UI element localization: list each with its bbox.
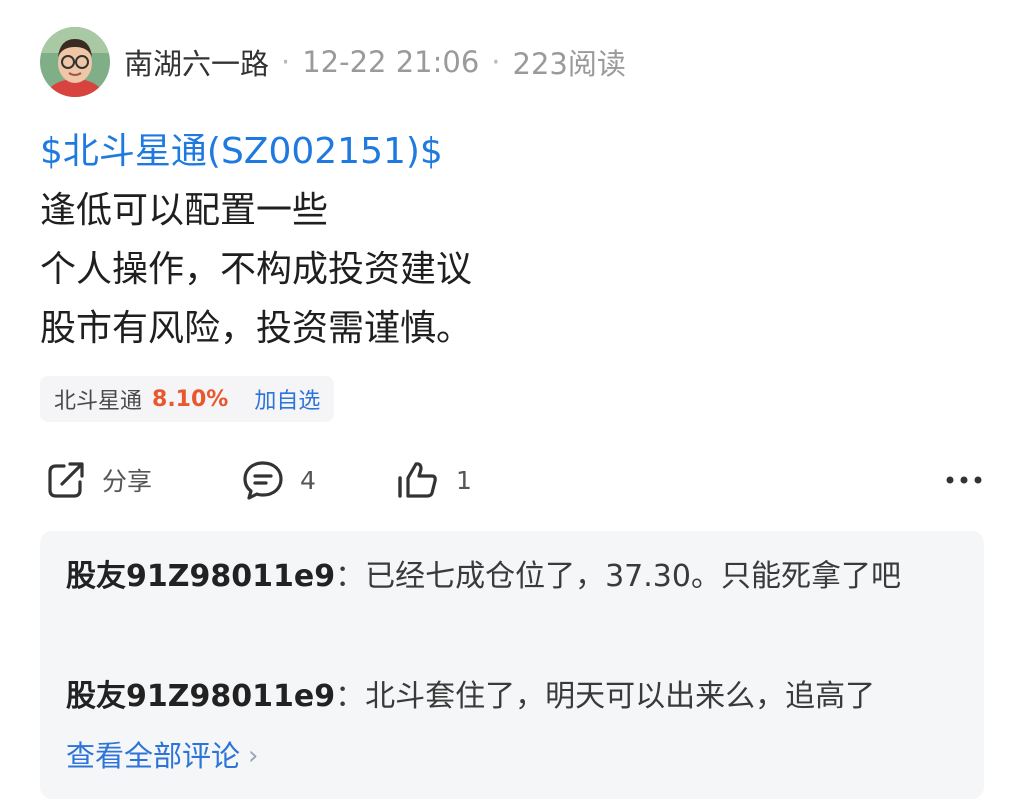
comment-item[interactable]: 股友91Z98011e9：已经七成仓位了，37.30。只能死拿了吧: [66, 549, 966, 605]
post-body: $北斗星通(SZ002151)$ 逢低可以配置一些 个人操作，不构成投资建议 股…: [40, 122, 472, 358]
comments-panel: 股友91Z98011e9：已经七成仓位了，37.30。只能死拿了吧 股友91Z9…: [40, 531, 984, 799]
author-name[interactable]: 南湖六一路: [124, 41, 269, 83]
comment-item[interactable]: 股友91Z98011e9：北斗套住了，明天可以出来么，追高了: [66, 669, 966, 725]
meta-separator: ·: [281, 45, 291, 79]
stock-chip-change: 8.10%: [152, 386, 229, 412]
comment-count: 4: [300, 465, 316, 495]
chevron-right-icon: ›: [248, 741, 259, 771]
like-count: 1: [456, 465, 472, 495]
post-line: 逢低可以配置一些: [40, 190, 329, 231]
commenter-name[interactable]: 股友91Z98011e9: [66, 679, 335, 714]
post-time: 12-22 21:06: [302, 45, 480, 79]
view-count: 223阅读: [512, 47, 626, 81]
more-button[interactable]: [944, 470, 984, 490]
share-icon: [44, 458, 88, 502]
stock-tag-link[interactable]: $北斗星通(SZ002151)$: [40, 122, 472, 181]
author-line: 南湖六一路 · 12-22 21:06 · 223阅读: [124, 41, 626, 83]
view-all-label: 查看全部评论: [66, 739, 241, 773]
comment-icon: [240, 458, 286, 502]
comment-separator: ：: [335, 559, 366, 594]
comment-button[interactable]: 4: [240, 458, 316, 502]
add-watchlist-button[interactable]: 加自选: [254, 383, 320, 415]
comment-text: 北斗套住了，明天可以出来么，追高了: [365, 679, 876, 714]
more-icon: [944, 470, 984, 490]
comment-separator: ：: [335, 679, 366, 714]
post-line: 个人操作，不构成投资建议: [40, 249, 473, 290]
thumbs-up-icon: [394, 458, 442, 502]
post-card: 南湖六一路 · 12-22 21:06 · 223阅读 $北斗星通(SZ0021…: [0, 0, 1024, 810]
commenter-name[interactable]: 股友91Z98011e9: [66, 559, 335, 594]
share-label: 分享: [102, 467, 153, 496]
post-line: 股市有风险，投资需谨慎。: [40, 308, 473, 349]
stock-chip-name: 北斗星通: [54, 389, 143, 414]
stock-chip[interactable]: 北斗星通 8.10% 加自选: [40, 376, 335, 422]
comment-text: 已经七成仓位了，37.30。只能死拿了吧: [365, 559, 901, 594]
like-button[interactable]: 1: [394, 458, 472, 502]
avatar[interactable]: [40, 27, 110, 97]
action-bar: 分享 4 1: [44, 452, 984, 508]
view-all-comments-link[interactable]: 查看全部评论 ›: [66, 731, 258, 781]
meta-separator: ·: [491, 45, 501, 79]
post-header: 南湖六一路 · 12-22 21:06 · 223阅读: [40, 26, 626, 98]
share-button[interactable]: 分享: [44, 458, 152, 502]
